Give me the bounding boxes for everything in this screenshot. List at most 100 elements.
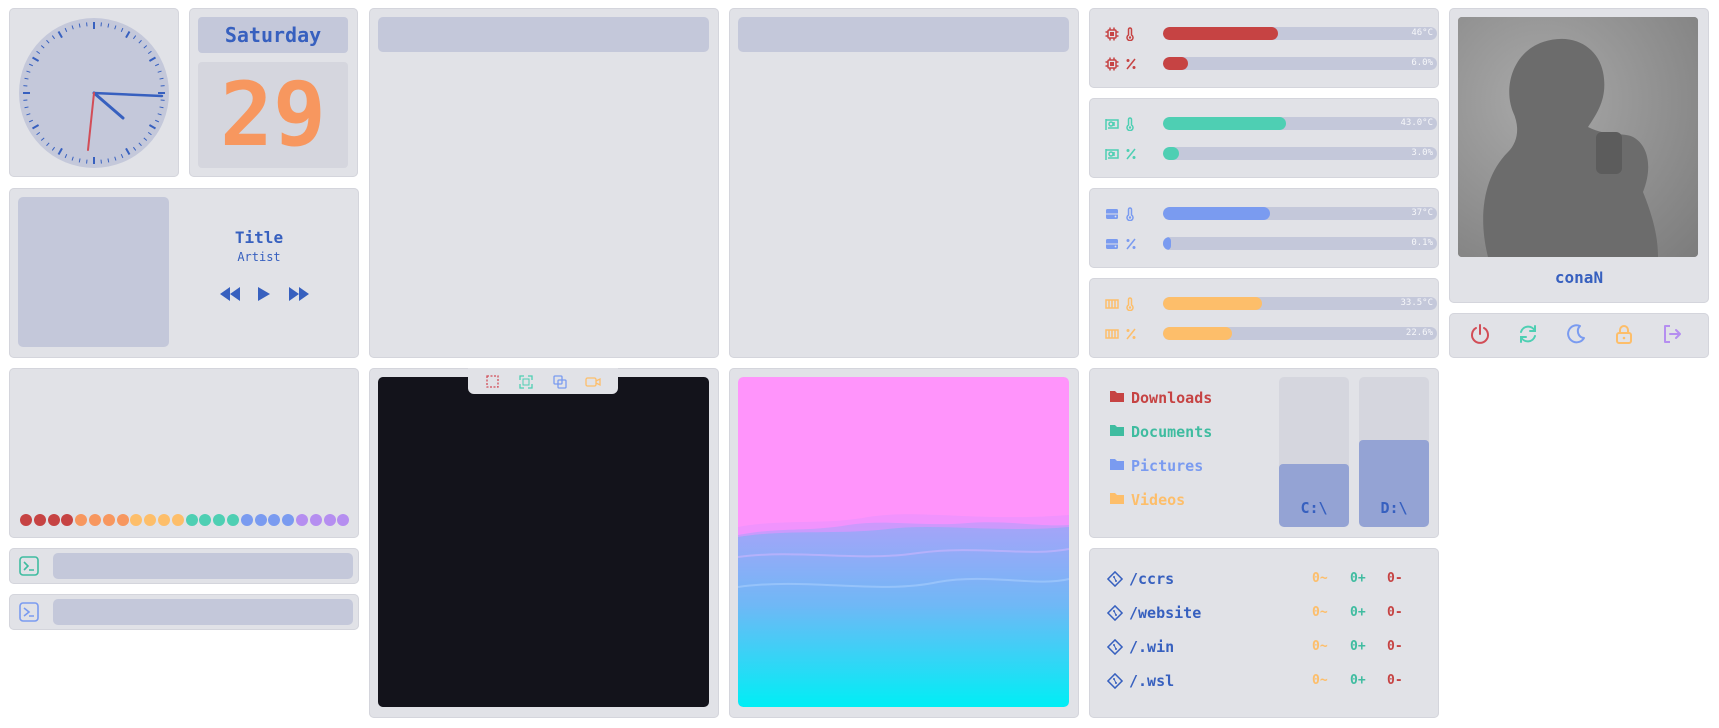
usage-bar: 22.6% xyxy=(1163,327,1437,340)
powershell-launcher xyxy=(9,594,359,630)
previous-icon[interactable] xyxy=(219,286,241,306)
fullscreen-capture-icon[interactable] xyxy=(519,374,533,393)
temperature-value: 46°C xyxy=(1411,28,1433,38)
git-icon xyxy=(1106,570,1124,591)
color-swatch[interactable] xyxy=(268,514,281,526)
drive-c[interactable]: C:\ xyxy=(1279,377,1349,527)
usage-bar: 6.0% xyxy=(1163,57,1437,70)
cpu-icon xyxy=(1105,56,1119,75)
color-swatch[interactable] xyxy=(144,514,157,526)
percent-icon xyxy=(1125,236,1137,255)
color-swatch[interactable] xyxy=(282,514,295,526)
repo-row[interactable]: /website 0~ 0+ 0- xyxy=(1106,604,1427,624)
percent-icon xyxy=(1125,56,1137,75)
next-icon[interactable] xyxy=(288,286,310,306)
disk-icon xyxy=(1105,236,1119,255)
logout-icon[interactable] xyxy=(1661,323,1683,349)
git-repos-panel: /ccrs 0~ 0+ 0-/website 0~ 0+ 0-/.win 0~ 0+ 0-/.ws… xyxy=(1089,548,1439,718)
color-swatch[interactable] xyxy=(185,514,198,526)
track-title: Title xyxy=(234,228,284,247)
clock-widget xyxy=(9,8,179,177)
moon-icon[interactable] xyxy=(1565,323,1587,349)
repo-name: /.wsl xyxy=(1129,672,1175,690)
color-swatch[interactable] xyxy=(20,514,32,526)
play-icon[interactable] xyxy=(256,286,272,306)
usage-value: 3.0% xyxy=(1411,148,1433,158)
powershell-input[interactable] xyxy=(53,599,353,625)
color-swatch[interactable] xyxy=(227,514,239,526)
lock-icon[interactable] xyxy=(1613,323,1635,349)
color-swatch[interactable] xyxy=(337,514,350,526)
repo-modified-count: 0~ xyxy=(1312,639,1328,654)
temperature-value: 43.0°C xyxy=(1400,118,1433,128)
color-swatch[interactable] xyxy=(116,514,129,526)
usage-bar-fill xyxy=(1163,327,1232,340)
panel-header-bar xyxy=(738,17,1069,52)
drive-d[interactable]: D:\ xyxy=(1359,377,1429,527)
terminal-icon[interactable] xyxy=(19,556,39,576)
repo-row[interactable]: /.win 0~ 0+ 0- xyxy=(1106,638,1427,658)
analog-clock xyxy=(19,18,169,168)
repo-row[interactable]: /.wsl 0~ 0+ 0- xyxy=(1106,672,1427,693)
temperature-bar: 33.5°C xyxy=(1163,297,1437,310)
color-swatch[interactable] xyxy=(309,514,322,526)
temperature-bar: 46°C xyxy=(1163,27,1437,40)
repo-deleted-count: 0- xyxy=(1387,605,1403,620)
date-widget: Saturday 29 xyxy=(189,8,358,177)
power-icon[interactable] xyxy=(1469,323,1491,349)
temperature-bar-fill xyxy=(1163,297,1262,310)
profile-widget: conaN xyxy=(1449,8,1709,303)
folder-icon xyxy=(1109,457,1125,475)
thermometer-icon xyxy=(1125,206,1135,225)
repo-row[interactable]: /ccrs 0~ 0+ 0- xyxy=(1106,570,1427,591)
usage-bar-fill xyxy=(1163,147,1180,160)
powershell-icon[interactable] xyxy=(19,602,39,622)
record-icon[interactable] xyxy=(585,374,601,393)
folder-documents[interactable]: Documents xyxy=(1109,423,1212,441)
ram-usage-row: 22.6% xyxy=(1105,325,1437,341)
usage-value: 6.0% xyxy=(1411,58,1433,68)
color-swatch[interactable] xyxy=(213,514,226,526)
color-swatch[interactable] xyxy=(102,514,115,526)
folder-label: Documents xyxy=(1131,423,1213,441)
color-swatch[interactable] xyxy=(75,514,88,526)
color-swatch[interactable] xyxy=(130,514,143,526)
color-swatch[interactable] xyxy=(89,514,101,526)
color-swatch[interactable] xyxy=(254,514,267,526)
empty-panel-2 xyxy=(729,8,1079,358)
color-swatch[interactable] xyxy=(323,514,336,526)
window-capture-icon[interactable] xyxy=(553,374,567,393)
repo-deleted-count: 0- xyxy=(1387,571,1403,586)
folder-videos[interactable]: Videos xyxy=(1109,491,1185,509)
power-menu xyxy=(1449,313,1709,358)
color-swatch[interactable] xyxy=(171,514,184,526)
git-icon xyxy=(1106,672,1124,693)
folder-pictures[interactable]: Pictures xyxy=(1109,457,1203,475)
color-swatch[interactable] xyxy=(296,514,308,526)
region-select-icon[interactable] xyxy=(486,374,500,393)
color-swatch[interactable] xyxy=(61,514,74,526)
gpu-icon xyxy=(1105,116,1119,135)
empty-panel-1 xyxy=(369,8,719,358)
repo-name: /.win xyxy=(1129,638,1175,656)
temperature-bar-fill xyxy=(1163,117,1287,130)
folder-downloads[interactable]: Downloads xyxy=(1109,389,1212,407)
disk-icon xyxy=(1105,206,1119,225)
gpu-temperature-row: 43.0°C xyxy=(1105,115,1437,132)
usage-bar: 3.0% xyxy=(1163,147,1437,160)
color-swatch[interactable] xyxy=(158,514,170,526)
usage-bar: 0.1% xyxy=(1163,237,1437,250)
color-swatch[interactable] xyxy=(47,514,60,526)
color-swatch[interactable] xyxy=(199,514,212,526)
drive-c-usage xyxy=(1279,464,1349,527)
terminal-input[interactable] xyxy=(53,553,353,579)
wallpaper-panel xyxy=(729,368,1079,718)
weekday-label: Saturday xyxy=(198,17,348,53)
folder-label: Downloads xyxy=(1131,389,1213,407)
restart-icon[interactable] xyxy=(1517,323,1539,349)
color-swatch[interactable] xyxy=(33,514,46,526)
music-player: Title Artist xyxy=(9,188,359,358)
color-swatch[interactable] xyxy=(240,514,253,526)
temperature-value: 37°C xyxy=(1411,208,1433,218)
temperature-bar-fill xyxy=(1163,207,1270,220)
